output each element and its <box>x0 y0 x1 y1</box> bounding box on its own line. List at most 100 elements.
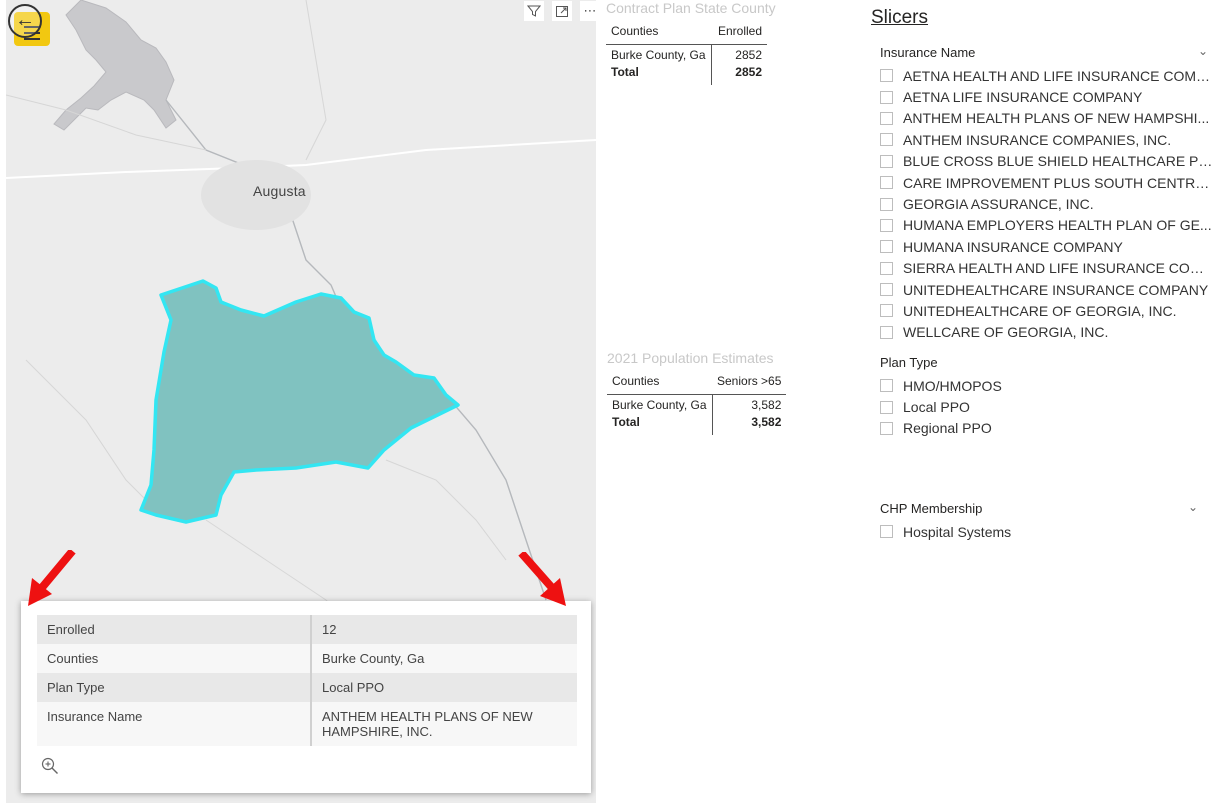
slicer-item[interactable]: AETNA HEALTH AND LIFE INSURANCE COMP... <box>880 65 1214 86</box>
slicer-item-label: UNITEDHEALTHCARE INSURANCE COMPANY <box>903 281 1209 298</box>
visual-header-toolbar: ⋯ <box>524 1 596 21</box>
slicer-item[interactable]: BLUE CROSS BLUE SHIELD HEALTHCARE PLA... <box>880 151 1214 172</box>
contract-table: Counties Enrolled Burke County, Ga 2852 … <box>606 20 767 85</box>
slicer-item[interactable]: CARE IMPROVEMENT PLUS SOUTH CENTRAL ... <box>880 172 1214 193</box>
slicer-item[interactable]: ANTHEM HEALTH PLANS OF NEW HAMPSHI... <box>880 108 1214 129</box>
map-visual[interactable]: Augusta ← ⋯ Enrolled 12 Counties Burke C… <box>6 0 596 803</box>
road-line <box>6 139 596 179</box>
population-table-visual: 2021 Population Estimates Counties Senio… <box>607 350 787 435</box>
checkbox[interactable] <box>880 154 893 168</box>
insurance-slicer-list: AETNA HEALTH AND LIFE INSURANCE COMP... … <box>880 65 1214 343</box>
road-line <box>305 0 327 161</box>
red-arrow-right-icon <box>518 552 566 606</box>
tooltip-key: Insurance Name <box>37 702 312 746</box>
slicer-item[interactable]: UNITEDHEALTHCARE INSURANCE COMPANY <box>880 279 1214 300</box>
checkbox[interactable] <box>880 400 893 414</box>
slicer-item-label: Hospital Systems <box>903 523 1012 540</box>
checkbox[interactable] <box>880 176 893 190</box>
filter-icon[interactable] <box>524 1 544 21</box>
slicer-item-label: HUMANA INSURANCE COMPANY <box>903 238 1123 255</box>
table-total-label: Total <box>606 62 712 85</box>
plan-type-slicer-header: Plan Type <box>880 355 938 370</box>
table-cell-county: Burke County, Ga <box>606 44 712 62</box>
checkbox[interactable] <box>880 525 893 539</box>
slicer-item-label: WELLCARE OF GEORGIA, INC. <box>903 324 1109 341</box>
table-row[interactable]: Burke County, Ga 2852 <box>606 44 767 62</box>
checkbox[interactable] <box>880 240 893 254</box>
plan-type-slicer-list: HMO/HMOPOS Local PPO Regional PPO <box>880 375 1214 439</box>
more-options-icon[interactable]: ⋯ <box>580 1 596 21</box>
slicer-item[interactable]: HMO/HMOPOS <box>880 375 1214 396</box>
slicer-item-label: HUMANA EMPLOYERS HEALTH PLAN OF GE... <box>903 217 1212 234</box>
checkbox[interactable] <box>880 90 893 104</box>
focus-mode-icon[interactable] <box>552 1 572 21</box>
slicer-item-label: Regional PPO <box>903 420 992 437</box>
tooltip-value: Local PPO <box>311 673 577 702</box>
road-line <box>25 359 157 511</box>
checkbox[interactable] <box>880 261 893 275</box>
checkbox[interactable] <box>880 133 893 147</box>
county-region[interactable] <box>139 279 460 524</box>
column-header-seniors[interactable]: Seniors >65 <box>712 370 787 395</box>
contract-table-visual: Contract Plan State County Counties Enro… <box>606 0 776 85</box>
chevron-down-icon[interactable]: ⌄ <box>1188 500 1198 514</box>
back-arrow-icon[interactable]: ← <box>8 4 42 38</box>
slicer-item[interactable]: HUMANA INSURANCE COMPANY <box>880 236 1214 257</box>
slicer-item-label: Local PPO <box>903 399 970 416</box>
checkbox[interactable] <box>880 283 893 297</box>
table-header-row: Counties Seniors >65 <box>607 370 787 395</box>
slicer-item-label: SIERRA HEALTH AND LIFE INSURANCE COMP... <box>903 260 1214 277</box>
table-cell-value: 2852 <box>735 48 762 62</box>
slicer-item[interactable]: Regional PPO <box>880 418 1214 439</box>
tooltip-row: Insurance Name ANTHEM HEALTH PLANS OF NE… <box>37 702 577 746</box>
table-header-row: Counties Enrolled <box>606 20 767 45</box>
slicer-item[interactable]: Hospital Systems <box>880 521 1214 542</box>
population-table-title: 2021 Population Estimates <box>607 350 774 366</box>
slicer-item[interactable]: ANTHEM INSURANCE COMPANIES, INC. <box>880 129 1214 150</box>
slicer-item[interactable]: AETNA LIFE INSURANCE COMPANY <box>880 86 1214 107</box>
slicer-item[interactable]: Local PPO <box>880 396 1214 417</box>
slicer-item[interactable]: UNITEDHEALTHCARE OF GEORGIA, INC. <box>880 300 1214 321</box>
checkbox[interactable] <box>880 197 893 211</box>
slicer-item-label: AETNA LIFE INSURANCE COMPANY <box>903 89 1143 106</box>
slicer-item-label: ANTHEM HEALTH PLANS OF NEW HAMPSHI... <box>903 110 1210 127</box>
column-header-counties[interactable]: Counties <box>607 370 712 395</box>
column-header-enrolled[interactable]: Enrolled <box>711 20 767 45</box>
tooltip-row: Plan Type Local PPO <box>37 673 577 702</box>
slicer-item[interactable]: WELLCARE OF GEORGIA, INC. <box>880 322 1214 343</box>
slicer-item-label: HMO/HMOPOS <box>903 377 1002 394</box>
tooltip-row: Counties Burke County, Ga <box>37 644 577 673</box>
road-line <box>385 459 507 561</box>
slicer-item-label: AETNA HEALTH AND LIFE INSURANCE COMP... <box>903 67 1214 84</box>
tooltip-key: Plan Type <box>37 673 312 702</box>
insurance-slicer-header: Insurance Name <box>880 45 976 60</box>
tooltip-value: 12 <box>311 615 577 644</box>
table-total-value: 2852 <box>735 65 762 79</box>
table-cell-value: 3,582 <box>751 398 782 412</box>
column-header-counties[interactable]: Counties <box>606 20 711 45</box>
checkbox[interactable] <box>880 218 893 232</box>
slicer-item[interactable]: HUMANA EMPLOYERS HEALTH PLAN OF GE... <box>880 215 1214 236</box>
table-row[interactable]: Burke County, Ga 3,582 <box>607 394 786 412</box>
checkbox[interactable] <box>880 421 893 435</box>
checkbox[interactable] <box>880 111 893 125</box>
slicer-item[interactable]: SIERRA HEALTH AND LIFE INSURANCE COMP... <box>880 258 1214 279</box>
checkbox[interactable] <box>880 325 893 339</box>
slicer-item-label: BLUE CROSS BLUE SHIELD HEALTHCARE PLA... <box>903 153 1214 170</box>
contract-table-title: Contract Plan State County <box>606 0 776 16</box>
zoom-in-icon[interactable] <box>41 757 59 775</box>
table-cell-county: Burke County, Ga <box>607 394 713 412</box>
population-table: Counties Seniors >65 Burke County, Ga 3,… <box>607 370 787 435</box>
checkbox[interactable] <box>880 379 893 393</box>
table-total-row: Total 3,582 <box>607 412 786 435</box>
chevron-down-icon[interactable]: ⌄ <box>1198 44 1208 58</box>
tooltip-card: Enrolled 12 Counties Burke County, Ga Pl… <box>21 601 591 793</box>
checkbox[interactable] <box>880 69 893 83</box>
slicer-item[interactable]: GEORGIA ASSURANCE, INC. <box>880 193 1214 214</box>
tooltip-table: Enrolled 12 Counties Burke County, Ga Pl… <box>37 615 577 746</box>
checkbox[interactable] <box>880 304 893 318</box>
tooltip-value: Burke County, Ga <box>311 644 577 673</box>
city-label: Augusta <box>253 183 306 199</box>
chp-slicer-header: CHP Membership <box>880 501 983 516</box>
table-total-label: Total <box>607 412 713 435</box>
